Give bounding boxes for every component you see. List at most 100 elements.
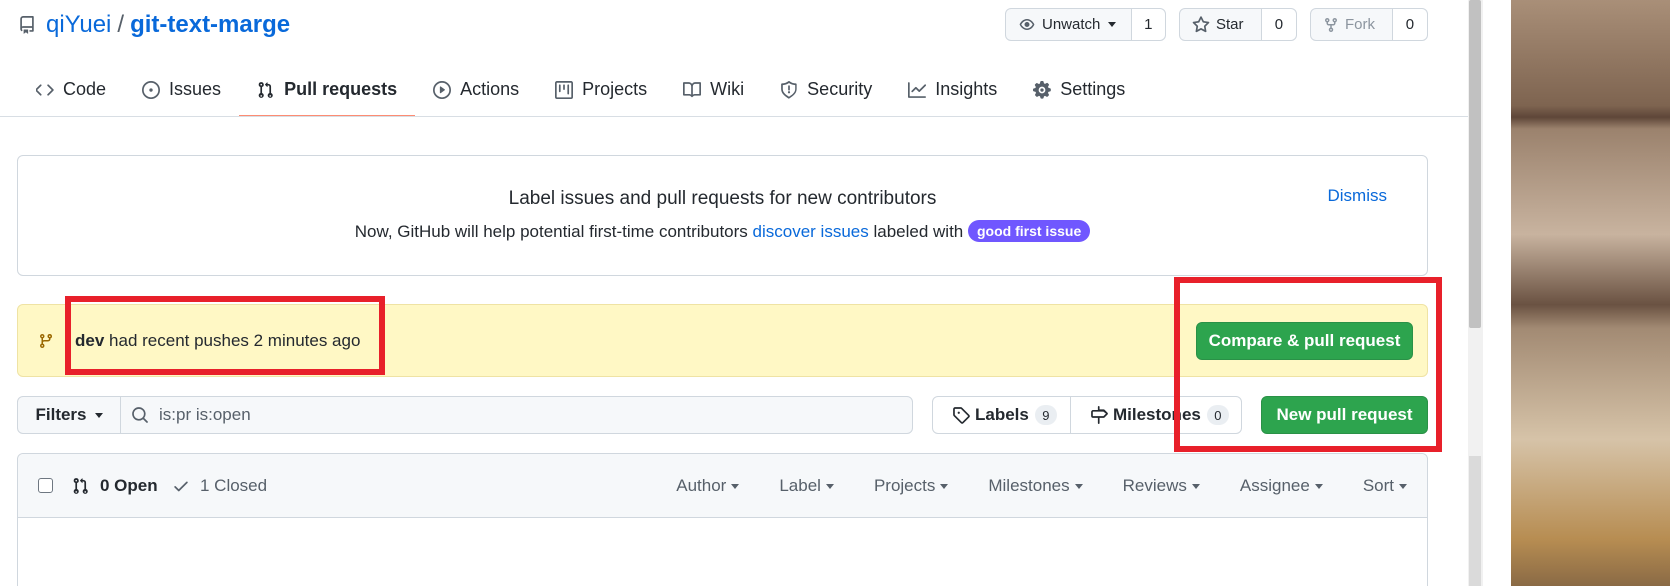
chevron-down-icon [1399,483,1407,489]
graph-icon [908,81,927,98]
play-icon [433,80,452,99]
tab-issues-label: Issues [169,79,222,99]
eye-icon [1019,18,1035,30]
star-button[interactable]: Star [1180,9,1261,40]
milestones-menu[interactable]: Milestones [988,476,1083,496]
author-menu-label: Author [676,476,727,495]
gear-icon [1033,80,1052,99]
unwatch-button[interactable]: Unwatch [1006,9,1131,40]
tab-wiki[interactable]: Wiki [665,62,762,117]
code-icon [36,83,54,96]
search-icon [132,407,148,423]
select-all-checkbox[interactable] [38,478,53,493]
new-contributors-banner: Label issues and pull requests for new c… [17,155,1428,276]
label-menu[interactable]: Label [779,476,834,496]
tab-actions[interactable]: Actions [415,62,537,117]
chevron-down-icon [1074,483,1083,489]
tag-icon [953,407,970,424]
fork-button-group: Fork 0 [1310,8,1428,41]
repo-owner-link[interactable]: qiYuei [46,11,111,39]
tabs-divider [0,116,1468,117]
discover-issues-link[interactable]: discover issues [753,222,869,241]
star-label: Star [1216,16,1244,33]
tab-actions-label: Actions [460,79,520,99]
reviews-menu-label: Reviews [1122,476,1187,495]
projects-menu[interactable]: Projects [873,476,949,496]
annotation-box-recent-push [65,296,385,375]
table-icon [555,80,574,99]
tab-insights[interactable]: Insights [890,62,1015,117]
tab-pull-requests-label: Pull requests [284,79,398,99]
star-count[interactable]: 0 [1260,9,1296,40]
watch-button-group: Unwatch 1 [1005,8,1166,41]
tab-issues[interactable]: Issues [124,62,239,117]
book-icon [683,81,702,97]
git-pull-request-icon [258,81,273,98]
check-icon [174,481,188,492]
list-header: 0 Open 1 Closed Author Label Projects Mi… [18,454,1427,518]
reviews-menu[interactable]: Reviews [1123,476,1200,496]
labels-button[interactable]: Labels 9 [932,396,1071,434]
chevron-down-icon [94,412,103,418]
tab-settings-label: Settings [1060,79,1126,99]
author-menu[interactable]: Author [676,476,740,496]
search-input[interactable] [159,405,859,425]
scrollbar-track-lower [1469,456,1481,586]
github-page: qiYuei / git-text-marge Unwatch 1 Star 0… [0,0,1468,586]
banner-text: Now, GitHub will help potential first-ti… [18,220,1427,242]
tab-wiki-label: Wiki [710,79,745,99]
tab-security[interactable]: Security [762,62,890,117]
milestones-menu-label: Milestones [988,476,1070,495]
dismiss-link[interactable]: Dismiss [1328,186,1388,206]
open-count-label: 0 Open [100,476,158,495]
unwatch-label: Unwatch [1042,16,1101,33]
window-gap [1483,0,1511,586]
sort-menu-label: Sort [1362,476,1394,495]
fork-button[interactable]: Fork [1311,9,1392,40]
scrollbar-thumb[interactable] [1469,0,1481,328]
open-filter-link[interactable]: 0 Open [72,476,158,496]
repo-name-link[interactable]: git-text-marge [130,11,290,39]
banner-text-after: labeled with [873,222,964,241]
labels-label: Labels [975,405,1029,424]
tab-code-label: Code [63,79,107,99]
projects-menu-label: Projects [873,476,936,495]
chevron-down-icon [1108,22,1117,27]
filters-label: Filters [35,405,87,424]
tab-security-label: Security [807,79,873,99]
repo-separator: / [117,11,125,38]
issue-opened-icon [142,80,161,99]
search-field [120,396,913,434]
chevron-down-icon [1314,483,1323,489]
chevron-down-icon [1191,483,1200,489]
chevron-down-icon [940,483,949,489]
assignee-menu-label: Assignee [1239,476,1310,495]
tab-pull-requests[interactable]: Pull requests [239,62,416,117]
fork-count[interactable]: 0 [1391,9,1427,40]
pull-request-list: 0 Open 1 Closed Author Label Projects Mi… [17,453,1428,586]
tab-projects-label: Projects [582,79,648,99]
annotation-box-pr-buttons [1174,277,1442,452]
repo-nav-tabs: Code Issues Pull requests Actions Projec… [18,62,1143,117]
fork-label: Fork [1345,16,1375,33]
repo-icon [20,16,34,34]
good-first-issue-label[interactable]: good first issue [968,220,1091,242]
tab-code[interactable]: Code [18,62,124,117]
label-menu-label: Label [779,476,821,495]
filters-dropdown-button[interactable]: Filters [17,396,121,434]
git-branch-icon [40,333,52,349]
desktop-background [1511,0,1670,586]
banner-title: Label issues and pull requests for new c… [508,188,937,209]
chevron-down-icon [825,483,834,489]
tab-projects[interactable]: Projects [537,62,665,117]
banner-text-before: Now, GitHub will help potential first-ti… [354,222,748,241]
watch-count[interactable]: 1 [1130,9,1165,40]
sort-menu[interactable]: Sort [1363,476,1407,496]
assignee-menu[interactable]: Assignee [1240,476,1323,496]
closed-filter-link[interactable]: 1 Closed [172,476,267,496]
milestone-icon [1091,406,1108,424]
tab-settings[interactable]: Settings [1015,62,1143,117]
shield-icon [781,80,797,99]
star-button-group: Star 0 [1179,8,1297,41]
repo-title: qiYuei / git-text-marge [18,10,290,40]
